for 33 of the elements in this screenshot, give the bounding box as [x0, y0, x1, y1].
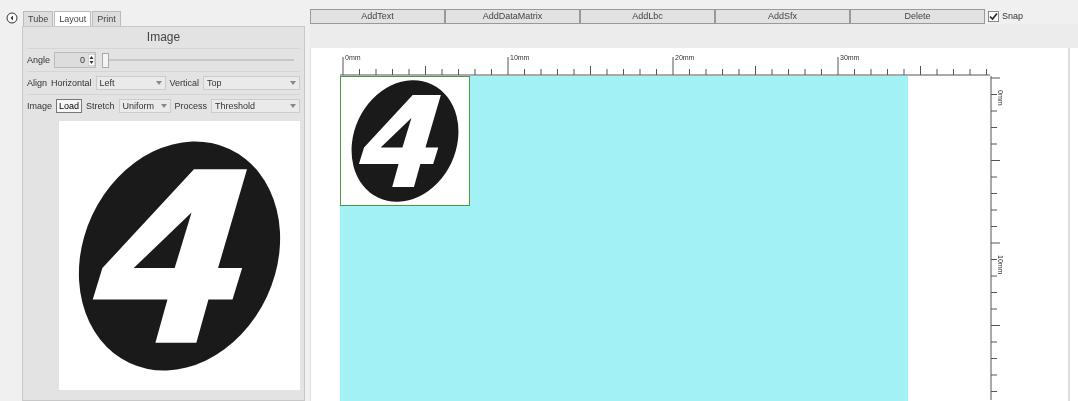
tab[interactable]: Layout: [54, 11, 92, 26]
horizontal-label: Horizontal: [51, 78, 92, 88]
caret-icon: [290, 104, 296, 108]
align-label: Align: [27, 78, 47, 88]
image-label: Image: [27, 101, 52, 111]
panel-title: Image: [145, 29, 182, 46]
toolbar-button[interactable]: AddText: [310, 8, 445, 24]
stretch-dropdown[interactable]: Uniform: [118, 99, 171, 113]
process-dropdown[interactable]: Threshold: [211, 99, 300, 113]
toolbar-button[interactable]: Delete: [850, 8, 985, 24]
angle-slider[interactable]: [102, 52, 294, 68]
load-button[interactable]: Load: [56, 99, 83, 113]
caret-icon: [290, 81, 296, 85]
snap-checkbox[interactable]: Snap: [988, 10, 1024, 22]
toolbar-button[interactable]: AddSfx: [715, 8, 850, 24]
toolbar-button[interactable]: AddDataMatrix: [445, 8, 580, 24]
checkbox-icon[interactable]: [988, 10, 999, 22]
tab[interactable]: Print: [92, 11, 121, 26]
process-label: Process: [174, 101, 208, 111]
vertical-label: Vertical: [169, 78, 200, 88]
digit-four-image[interactable]: [340, 76, 470, 206]
angle-label: Angle: [27, 55, 51, 65]
back-icon: [6, 12, 18, 24]
stretch-label: Stretch: [86, 101, 115, 111]
tab[interactable]: Tube: [23, 11, 54, 26]
toolbar-button[interactable]: AddLbc: [580, 8, 715, 24]
caret-icon: [160, 104, 167, 108]
angle-spinbox[interactable]: 0: [54, 52, 97, 68]
spin-arrows-icon[interactable]: [88, 54, 96, 66]
horizontal-dropdown[interactable]: Left: [95, 76, 166, 90]
vertical-dropdown[interactable]: Top: [203, 76, 300, 90]
slider-thumb[interactable]: [102, 52, 110, 68]
caret-icon: [155, 81, 162, 85]
